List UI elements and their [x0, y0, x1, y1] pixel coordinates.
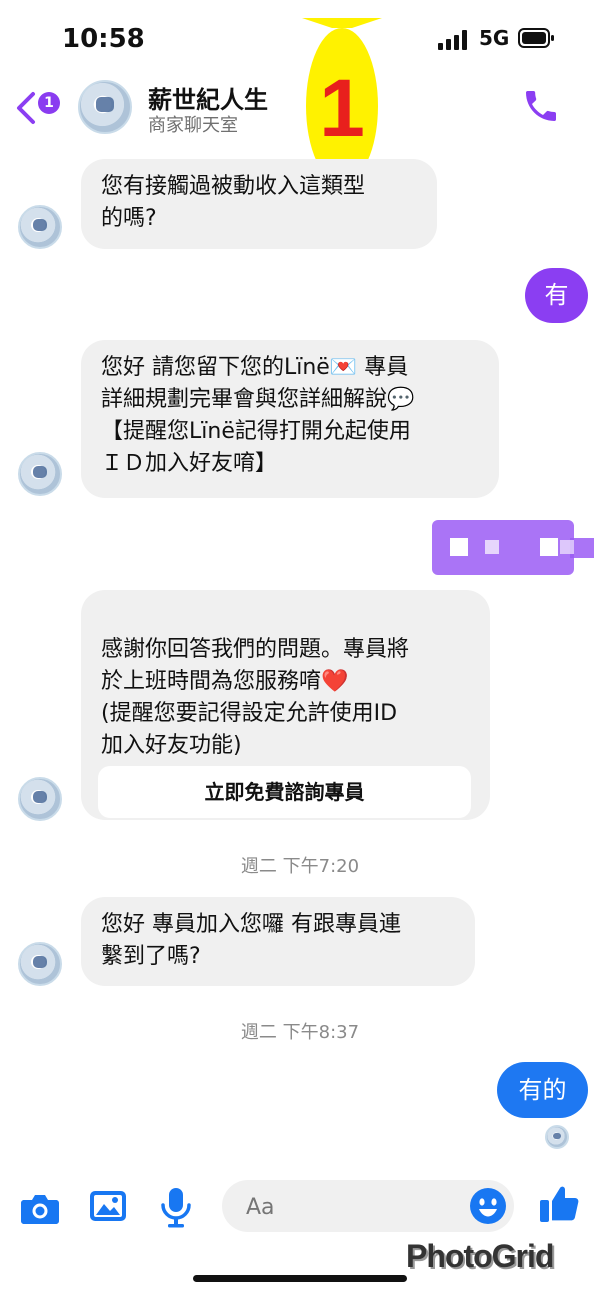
home-indicator [193, 1275, 407, 1282]
page-subtitle: 商家聊天室 [148, 115, 238, 136]
signal-icon [438, 30, 467, 50]
sender-avatar[interactable] [18, 452, 62, 496]
thumbs-up-icon[interactable] [538, 1182, 582, 1226]
microphone-icon[interactable] [154, 1185, 198, 1229]
overlay-number: 1 [319, 63, 365, 154]
back-button[interactable]: 1 [10, 88, 66, 128]
image-icon[interactable] [86, 1184, 130, 1228]
sender-avatar[interactable] [18, 205, 62, 249]
message-bubble-outgoing[interactable]: 有的 [497, 1062, 588, 1118]
consult-button[interactable]: 立即免費諮詢專員 [98, 766, 471, 818]
message-bubble-incoming[interactable]: 您有接觸過被動收入這類型 的嗎? [81, 159, 437, 249]
message-composer[interactable] [222, 1180, 514, 1234]
message-card-text: 感謝你回答我們的問題。專員將 於上班時間為您服務唷❤️ (提醒您要記得設定允許使… [101, 637, 410, 758]
blur-block [540, 538, 558, 556]
timestamp: 週二 下午7:20 [240, 856, 360, 877]
page-avatar[interactable] [78, 80, 132, 134]
message-bubble-outgoing[interactable]: 有 [525, 268, 588, 323]
sender-avatar[interactable] [18, 777, 62, 821]
phone-icon[interactable] [521, 86, 561, 126]
blur-block [560, 540, 574, 554]
network-type: 5G [479, 26, 510, 50]
read-receipt-avatar [545, 1125, 569, 1149]
blur-block [485, 540, 499, 554]
timestamp: 週二 下午8:37 [240, 1022, 360, 1043]
emoji-icon[interactable] [469, 1187, 507, 1225]
message-input[interactable] [244, 1180, 468, 1234]
message-bubble-incoming[interactable]: 您好 專員加入您囉 有跟專員連 繫到了嗎? [81, 897, 475, 986]
battery-icon [518, 28, 554, 48]
unread-badge: 1 [38, 92, 60, 114]
page-title[interactable]: 薪世紀人生 [148, 80, 268, 115]
blur-block [450, 538, 468, 556]
photogrid-watermark: PhotoGrid [406, 1238, 554, 1274]
status-time: 10:58 [62, 24, 145, 54]
camera-icon[interactable] [18, 1186, 62, 1230]
message-bubble-incoming[interactable]: 您好 請您留下您的Lïnë💌 專員 詳細規劃完畢會與您詳細解說💬 【提醒您Lïn… [81, 340, 499, 498]
chevron-left-icon [17, 92, 35, 124]
sender-avatar[interactable] [18, 942, 62, 986]
